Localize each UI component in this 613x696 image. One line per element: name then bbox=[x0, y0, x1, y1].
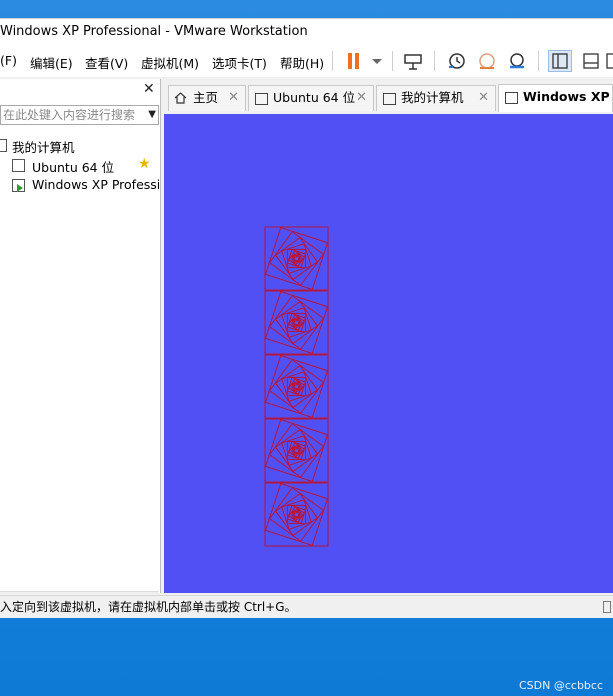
computer-icon bbox=[0, 139, 7, 152]
toolbar-separator bbox=[332, 51, 333, 71]
square-spiral-block bbox=[264, 482, 329, 547]
spiral-square bbox=[281, 307, 312, 338]
spiral-square bbox=[281, 371, 312, 402]
running-vm-icon bbox=[505, 92, 518, 104]
spiral-square bbox=[274, 428, 319, 473]
spiral-square bbox=[274, 492, 319, 537]
tree-item-label: Windows XP Professional bbox=[32, 177, 159, 192]
spiral-square bbox=[264, 354, 329, 419]
spiral-square bbox=[264, 482, 329, 547]
tree-root-label: 我的计算机 bbox=[12, 140, 75, 155]
spiral-square bbox=[281, 499, 312, 530]
spiral-square bbox=[274, 364, 319, 409]
square-spiral-block bbox=[264, 226, 329, 291]
toolbar-separator bbox=[434, 51, 435, 71]
vm-icon bbox=[255, 93, 268, 105]
spiral-square bbox=[264, 482, 329, 547]
snapshot-icon[interactable] bbox=[446, 51, 468, 71]
snapshot-manager-icon[interactable] bbox=[506, 51, 528, 71]
tab-windows-xp[interactable]: Windows XP Pro bbox=[498, 84, 613, 112]
status-bar: 入定向到该虚拟机，请在虚拟机内部单击或按 Ctrl+G。 bbox=[0, 595, 613, 618]
menu-tabs[interactable]: 选项卡(T) bbox=[212, 53, 267, 72]
star-icon: ★ bbox=[138, 156, 151, 172]
play-icon bbox=[17, 184, 23, 192]
spiral-square bbox=[281, 243, 312, 274]
tab-home[interactable]: 主页 ✕ bbox=[168, 85, 246, 111]
status-message: 入定向到该虚拟机，请在虚拟机内部单击或按 Ctrl+G。 bbox=[0, 600, 297, 614]
tab-bar: 主页 ✕ Ubuntu 64 位 ✕ 我的计算机 ✕ Windows XP Pr… bbox=[162, 81, 613, 113]
spiral-square bbox=[264, 290, 329, 355]
show-library-icon[interactable] bbox=[548, 50, 572, 72]
tab-ubuntu[interactable]: Ubuntu 64 位 ✕ bbox=[248, 85, 374, 111]
title-bar: Windows XP Professional - VMware Worksta… bbox=[0, 19, 613, 45]
spiral-square bbox=[286, 312, 307, 333]
spiral-square bbox=[293, 447, 300, 454]
pause-icon[interactable] bbox=[344, 51, 366, 71]
vm-graphics-output bbox=[264, 226, 329, 547]
full-screen-icon[interactable] bbox=[606, 51, 613, 71]
menu-file[interactable]: (F) bbox=[0, 53, 17, 68]
tab-label: Ubuntu 64 位 bbox=[273, 90, 356, 105]
vm-display[interactable] bbox=[164, 114, 613, 593]
close-icon[interactable]: ✕ bbox=[356, 86, 367, 110]
spiral-square bbox=[264, 226, 329, 291]
tree-item-my-computer[interactable]: 我的计算机 bbox=[0, 137, 75, 156]
tree-item-windows-xp[interactable]: Windows XP Professional bbox=[12, 177, 159, 192]
spiral-square bbox=[286, 440, 307, 461]
tab-label: 主页 bbox=[193, 90, 219, 105]
chevron-down-icon[interactable]: ▼ bbox=[148, 106, 156, 124]
spiral-square bbox=[293, 319, 300, 326]
spiral-square bbox=[264, 418, 329, 483]
close-icon[interactable]: ✕ bbox=[228, 86, 239, 110]
spiral-square bbox=[286, 248, 307, 269]
spiral-square bbox=[274, 300, 319, 345]
thumbnail-bar-icon[interactable] bbox=[580, 51, 602, 71]
tab-my-computer[interactable]: 我的计算机 ✕ bbox=[376, 85, 496, 111]
close-icon[interactable]: ✕ bbox=[143, 81, 155, 97]
spiral-square bbox=[286, 376, 307, 397]
spiral-square bbox=[274, 236, 319, 281]
window-title: Windows XP Professional - VMware Worksta… bbox=[0, 24, 308, 39]
spiral-square bbox=[293, 255, 300, 262]
watermark: CSDN @ccbbcc bbox=[518, 679, 603, 692]
menu-bar: (F) 编辑(E) 查看(V) 虚拟机(M) 选项卡(T) 帮助(H) bbox=[0, 45, 613, 77]
square-spiral-block bbox=[264, 354, 329, 419]
spiral-square bbox=[264, 290, 329, 355]
library-panel: ✕ 在此处键入内容进行搜索 ▼ 我的计算机 Ubuntu 64 位 ★ Wind… bbox=[0, 79, 161, 608]
revert-snapshot-icon[interactable] bbox=[476, 51, 498, 71]
close-icon[interactable]: ✕ bbox=[478, 86, 489, 110]
spiral-square bbox=[264, 418, 329, 483]
computer-icon bbox=[383, 93, 396, 105]
vmware-window: Windows XP Professional - VMware Worksta… bbox=[0, 18, 613, 618]
tab-label: Windows XP Pro bbox=[523, 89, 612, 104]
spiral-square bbox=[264, 354, 329, 419]
spiral-square bbox=[281, 435, 312, 466]
tab-label: 我的计算机 bbox=[401, 90, 464, 105]
vm-icon bbox=[12, 159, 25, 172]
home-icon bbox=[174, 92, 187, 104]
spiral-square bbox=[264, 226, 329, 291]
tree-item-ubuntu[interactable]: Ubuntu 64 位 bbox=[12, 157, 114, 176]
square-spiral-block bbox=[264, 418, 329, 483]
spiral-square bbox=[293, 511, 300, 518]
spiral-square bbox=[286, 504, 307, 525]
toolbar-separator bbox=[538, 51, 539, 71]
tree-item-label: Ubuntu 64 位 bbox=[32, 160, 115, 175]
menu-view[interactable]: 查看(V) bbox=[85, 53, 128, 72]
menu-edit[interactable]: 编辑(E) bbox=[30, 53, 73, 72]
chevron-down-icon[interactable] bbox=[366, 51, 388, 71]
toolbar-separator bbox=[392, 51, 393, 71]
menu-vm[interactable]: 虚拟机(M) bbox=[141, 53, 199, 72]
search-placeholder: 在此处键入内容进行搜索 bbox=[3, 108, 136, 122]
library-search-input[interactable]: 在此处键入内容进行搜索 ▼ bbox=[0, 105, 159, 125]
menu-help[interactable]: 帮助(H) bbox=[280, 53, 324, 72]
send-keys-icon[interactable] bbox=[402, 51, 424, 71]
resize-grip-icon bbox=[603, 601, 611, 613]
spiral-square bbox=[293, 383, 300, 390]
square-spiral-block bbox=[264, 290, 329, 355]
